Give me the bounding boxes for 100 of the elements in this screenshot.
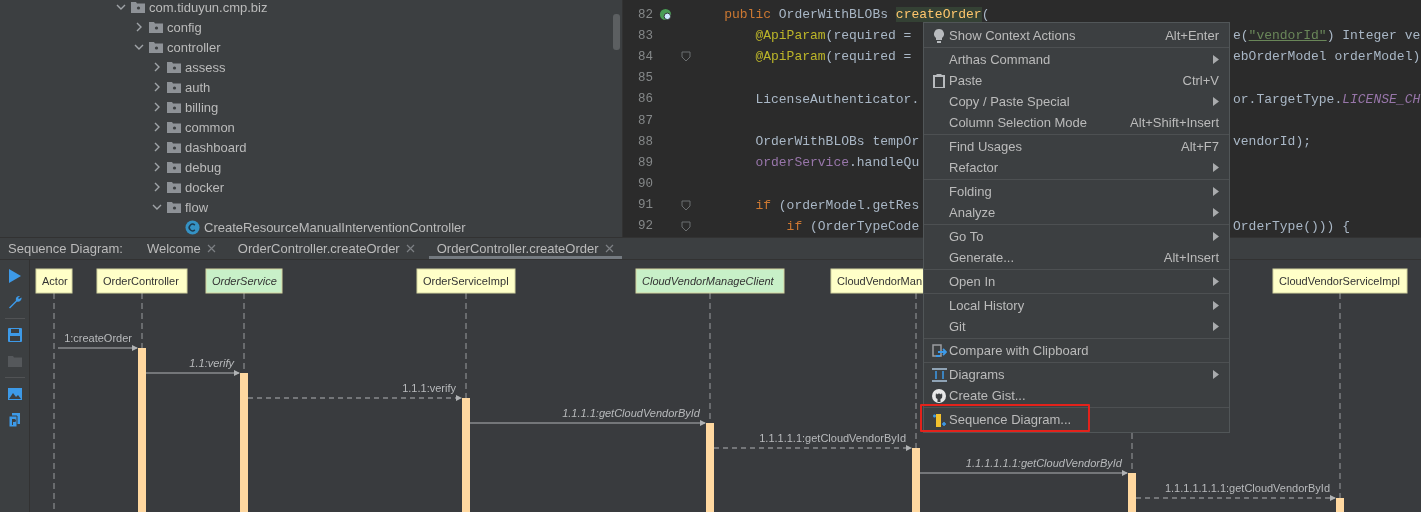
tree-item[interactable]: CreateResourceManualInterventionController xyxy=(204,219,466,235)
menu-item[interactable]: Go To xyxy=(924,226,1229,247)
tree-item[interactable]: common xyxy=(185,119,235,135)
message-label: 1.1.1.1.1.1.1:getCloudVendorById xyxy=(1164,482,1330,494)
tree-item[interactable]: flow xyxy=(185,199,209,215)
menu-item[interactable]: Copy / Paste Special xyxy=(924,91,1229,112)
line-number: 90 xyxy=(637,177,653,192)
menu-item[interactable]: Paste Ctrl+V xyxy=(924,70,1229,91)
tree-item[interactable]: docker xyxy=(185,179,225,195)
line-number: 83 xyxy=(637,28,653,43)
tree-item[interactable]: config xyxy=(167,19,202,35)
submenu-arrow-icon xyxy=(1213,277,1219,286)
code-line: if (orderModel.getRes xyxy=(755,197,920,213)
code-line: @ApiParam(required = xyxy=(755,28,913,44)
participant-box[interactable]: OrderController xyxy=(96,268,188,294)
package-folder-icon xyxy=(167,201,181,213)
save-icon[interactable] xyxy=(7,328,22,342)
menu-item[interactable]: Create Gist... xyxy=(924,385,1229,406)
submenu-arrow-icon xyxy=(1213,187,1219,196)
menu-item[interactable]: Refactor xyxy=(924,157,1229,178)
wrench-icon[interactable] xyxy=(7,295,22,309)
shortcut-label: Alt+Insert xyxy=(1163,250,1219,265)
message-label: 1.1.1.1:getCloudVendorById xyxy=(562,407,700,419)
tree-item[interactable]: controller xyxy=(167,39,221,55)
participant-box[interactable]: Actor xyxy=(35,268,73,294)
package-folder-icon xyxy=(167,61,181,73)
submenu-arrow-icon xyxy=(1213,322,1219,331)
line-number: 86 xyxy=(637,92,653,107)
menu-item[interactable]: Compare with Clipboard xyxy=(924,340,1229,361)
package-folder-icon xyxy=(167,181,181,193)
menu-item[interactable]: Git xyxy=(924,316,1229,337)
menu-item[interactable]: Folding xyxy=(924,181,1229,202)
close-icon[interactable] xyxy=(405,244,415,253)
shortcut-label: Alt+Enter xyxy=(1165,28,1219,43)
export-icon[interactable] xyxy=(7,413,22,427)
code-line: ebOrderModel orderModel) xyxy=(1233,49,1421,65)
menu-item[interactable]: Open In xyxy=(924,271,1229,292)
tree-item[interactable]: com.tiduyun.cmp.biz xyxy=(149,0,268,15)
diagram-tab[interactable]: Welcome xyxy=(138,238,224,259)
play-icon[interactable] xyxy=(7,269,22,283)
activation-bar xyxy=(1128,473,1136,512)
method-marker-icon[interactable] xyxy=(659,8,672,22)
package-folder-icon xyxy=(167,101,181,113)
participant-box[interactable]: CloudVendorServiceImpl xyxy=(1272,268,1408,294)
package-folder-icon xyxy=(167,81,181,93)
shortcut-label: Alt+Shift+Insert xyxy=(1130,115,1219,130)
participant-box[interactable]: OrderServiceImpl xyxy=(416,268,516,294)
fold-icon[interactable] xyxy=(681,199,691,211)
submenu-arrow-icon xyxy=(1213,163,1219,172)
github-logo-icon xyxy=(932,388,946,403)
line-number: 84 xyxy=(637,49,653,64)
menu-item[interactable]: Find Usages Alt+F7 xyxy=(924,136,1229,157)
activation-bar xyxy=(1336,498,1344,512)
menu-item[interactable]: Diagrams xyxy=(924,364,1229,385)
menu-item[interactable]: Arthas Command xyxy=(924,49,1229,70)
code-line: public OrderWithBLOBs createOrder( xyxy=(724,7,990,23)
message-label: 1.1.1.1.1:getCloudVendorById xyxy=(759,432,906,444)
submenu-arrow-icon xyxy=(1213,370,1219,379)
fold-icon[interactable] xyxy=(681,51,691,63)
tree-item[interactable]: dashboard xyxy=(185,139,247,155)
code-line: e("vendorId") Integer ve xyxy=(1233,28,1421,44)
menu-item[interactable]: Show Context Actions Alt+Enter xyxy=(924,25,1229,46)
panel-title: Sequence Diagram: xyxy=(7,240,124,258)
shortcut-label: Ctrl+V xyxy=(1182,73,1219,88)
package-folder-icon xyxy=(167,161,181,173)
menu-item[interactable]: Generate... Alt+Insert xyxy=(924,247,1229,268)
fold-icon[interactable] xyxy=(681,220,691,232)
menu-item[interactable]: Analyze xyxy=(924,202,1229,223)
activation-bar xyxy=(912,448,920,512)
code-line: LicenseAuthenticator. xyxy=(755,91,920,107)
line-number: 85 xyxy=(637,71,653,86)
code-line: OrderType())) { xyxy=(1233,218,1351,234)
image-icon[interactable] xyxy=(7,387,22,401)
clipboard-icon xyxy=(933,73,945,88)
menu-item[interactable]: Local History xyxy=(924,295,1229,316)
close-icon[interactable] xyxy=(604,244,614,253)
code-line: orderService.handleQu xyxy=(755,155,920,171)
menu-item[interactable]: Sequence Diagram... xyxy=(924,409,1229,430)
submenu-arrow-icon xyxy=(1213,55,1219,64)
message-label: 1.1.1.1.1.1:getCloudVendorById xyxy=(965,457,1122,469)
tree-item[interactable]: auth xyxy=(185,79,211,95)
participant-box[interactable]: CloudVendorManageClient xyxy=(635,268,785,294)
participant-box[interactable]: OrderService xyxy=(205,268,283,294)
tree-item[interactable]: billing xyxy=(185,99,219,115)
submenu-arrow-icon xyxy=(1213,301,1219,310)
shortcut-label: Alt+F7 xyxy=(1181,139,1219,154)
line-number: 88 xyxy=(637,134,653,149)
submenu-arrow-icon xyxy=(1213,208,1219,217)
diagram-tab[interactable]: OrderController.createOrder xyxy=(229,238,423,259)
code-line: OrderWithBLOBs tempOr xyxy=(755,134,920,150)
package-folder-icon xyxy=(167,121,181,133)
package-folder-icon xyxy=(149,21,163,33)
submenu-arrow-icon xyxy=(1213,97,1219,106)
tree-item[interactable]: debug xyxy=(185,159,222,175)
line-number: 92 xyxy=(637,219,653,234)
close-icon[interactable] xyxy=(206,244,216,253)
class-icon xyxy=(185,219,200,235)
tree-item[interactable]: assess xyxy=(185,59,226,75)
menu-item[interactable]: Column Selection Mode Alt+Shift+Insert xyxy=(924,112,1229,133)
scrollbar[interactable] xyxy=(613,14,620,50)
